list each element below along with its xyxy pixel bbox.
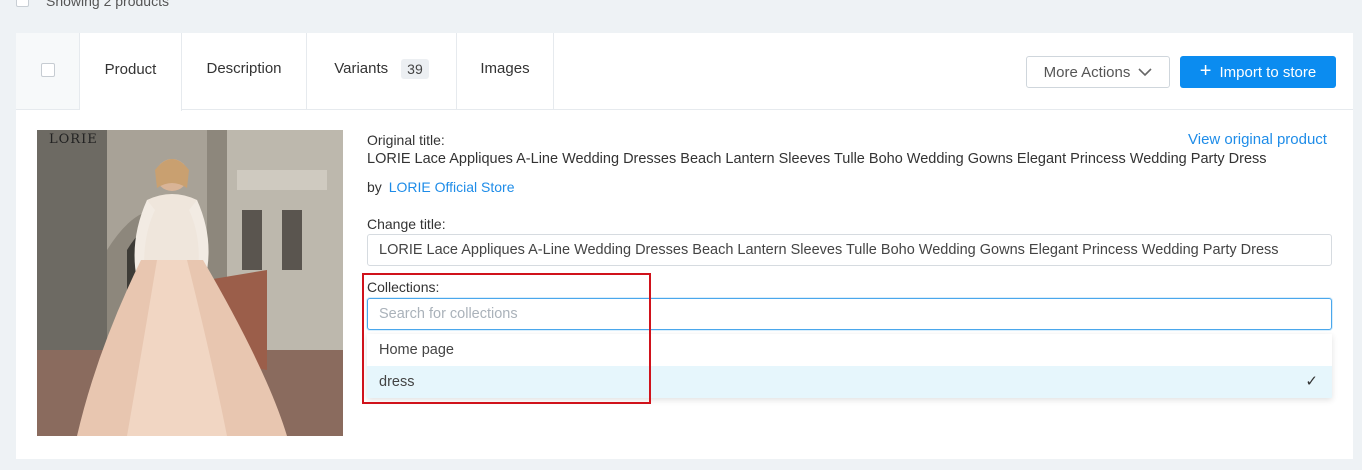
chevron-down-icon [1138, 68, 1152, 77]
showing-count-text: Showing 2 products [46, 0, 169, 9]
top-bar: Showing 2 products [0, 0, 1362, 24]
original-title-label: Original title: [367, 132, 445, 148]
tab-description-label: Description [206, 60, 282, 77]
by-label: by [367, 179, 382, 195]
tab-images[interactable]: Images [457, 33, 554, 110]
highlight-box [362, 273, 651, 404]
store-byline: by LORIE Official Store [367, 179, 514, 195]
select-all-checkbox[interactable] [16, 0, 29, 7]
change-title-value: LORIE Lace Appliques A-Line Wedding Dres… [379, 242, 1279, 258]
tab-bar: Product Description Variants 39 Images M… [16, 33, 1353, 111]
product-card: Product Description Variants 39 Images M… [16, 33, 1353, 459]
product-select-cell [16, 33, 80, 109]
store-link[interactable]: LORIE Official Store [389, 179, 515, 195]
product-checkbox[interactable] [41, 63, 55, 77]
import-to-store-button[interactable]: + Import to store [1180, 56, 1336, 88]
checkmark-icon: ✓ [1305, 373, 1318, 390]
tab-product[interactable]: Product [80, 33, 182, 111]
tab-images-label: Images [480, 60, 530, 77]
variants-count-badge: 39 [401, 58, 429, 79]
more-actions-button[interactable]: More Actions [1026, 56, 1170, 88]
brand-logo-text: LORIE [49, 132, 98, 147]
original-title-value: LORIE Lace Appliques A-Line Wedding Dres… [367, 151, 1267, 167]
product-image: LORIE [37, 130, 343, 436]
view-original-product-link[interactable]: View original product [1188, 131, 1327, 148]
more-actions-label: More Actions [1043, 63, 1131, 81]
tab-description[interactable]: Description [182, 33, 307, 110]
tab-product-label: Product [104, 60, 157, 78]
change-title-input[interactable]: LORIE Lace Appliques A-Line Wedding Dres… [367, 234, 1332, 266]
wedding-dress-photo [37, 130, 343, 436]
change-title-label: Change title: [367, 216, 446, 232]
import-to-store-label: Import to store [1219, 63, 1317, 81]
tab-variants-label: Variants [334, 60, 389, 77]
plus-icon: + [1199, 60, 1212, 82]
tab-variants[interactable]: Variants 39 [307, 33, 457, 110]
